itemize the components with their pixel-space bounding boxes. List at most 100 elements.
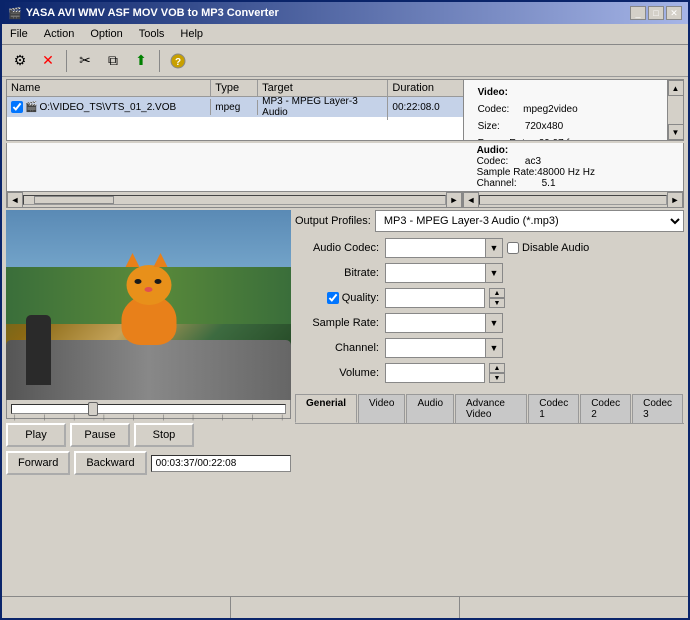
status-right	[460, 597, 688, 618]
play-button[interactable]: Play	[6, 423, 66, 447]
menu-file[interactable]: File	[6, 26, 32, 42]
col-header-duration: Duration	[388, 80, 463, 96]
hscroll2-left-btn[interactable]: ◄	[463, 192, 479, 208]
cat-eye-right	[154, 279, 161, 284]
volume-spin-up[interactable]: ▲	[489, 363, 505, 373]
info-framerate-value: 29.97 fps	[539, 138, 580, 140]
info-channel-label: Channel:	[477, 178, 517, 189]
minimize-button[interactable]: _	[630, 6, 646, 20]
channel-input[interactable]: 2 (Stereo)	[385, 338, 485, 358]
stop-button[interactable]: Stop	[134, 423, 194, 447]
delete-button[interactable]: ✕	[36, 49, 60, 73]
tab-generial[interactable]: Generial	[295, 394, 357, 423]
bitrate-dropdown-btn[interactable]: ▼	[485, 263, 503, 283]
hscroll-track-right[interactable]	[479, 195, 667, 205]
controls-row-1: Play Pause Stop	[6, 423, 291, 447]
info-video-label: Video:	[478, 87, 508, 98]
menu-bar: File Action Option Tools Help	[2, 24, 688, 45]
copy-button[interactable]: ⧉	[101, 49, 125, 73]
tab-codec1[interactable]: Codec 1	[528, 394, 579, 423]
channel-control: 2 (Stereo) ▼	[385, 338, 503, 358]
tab-audio[interactable]: Audio	[406, 394, 454, 423]
add-button[interactable]: ⬆	[129, 49, 153, 73]
toolbar: ⚙ ✕ ✂ ⧉ ⬆ ?	[2, 45, 688, 77]
tab-codec2[interactable]: Codec 2	[580, 394, 631, 423]
cat-body	[121, 295, 176, 345]
vscroll-down[interactable]: ▼	[668, 124, 684, 140]
samplerate-dropdown-btn[interactable]: ▼	[485, 313, 503, 333]
status-middle	[231, 597, 460, 618]
forward-button[interactable]: Forward	[6, 451, 70, 475]
audio-codec-dropdown-btn[interactable]: ▼	[485, 238, 503, 258]
backward-button[interactable]: Backward	[74, 451, 146, 475]
file-duration-cell: 00:22:08.0	[388, 100, 463, 115]
channel-label: Channel:	[295, 342, 385, 354]
disable-audio-item: Disable Audio	[507, 242, 589, 254]
cut-button[interactable]: ✂	[73, 49, 97, 73]
file-list-header: Name Type Target Duration	[7, 80, 463, 97]
vscroll-up[interactable]: ▲	[668, 80, 684, 96]
hscroll-left-btn[interactable]: ◄	[7, 192, 23, 208]
table-row[interactable]: 🎬 O:\VIDEO_TS\VTS_01_2.VOB mpeg MP3 - MP…	[7, 97, 463, 117]
quality-label-inner: Quality:	[295, 292, 379, 304]
video-preview	[6, 210, 291, 400]
vscroll-track	[668, 96, 683, 124]
audio-codec-control: mp3 ▼ Disable Audio	[385, 238, 589, 258]
video-panel: |||||||||| Play Pause Stop Forward Backw…	[6, 210, 291, 475]
help-button[interactable]: ?	[166, 49, 190, 73]
menu-option[interactable]: Option	[86, 26, 126, 42]
channel-dropdown-btn[interactable]: ▼	[485, 338, 503, 358]
samplerate-input[interactable]: 44100	[385, 313, 485, 333]
info-audio: Audio: Codec: ac3 Sample Rate:48000 Hz H…	[463, 143, 667, 191]
tab-video[interactable]: Video	[358, 394, 405, 423]
info-vscrollbar-right	[667, 143, 683, 191]
output-profiles-select[interactable]: MP3 - MPEG Layer-3 Audio (*.mp3)	[375, 210, 684, 232]
quality-checkbox[interactable]	[327, 292, 339, 304]
volume-spin-down[interactable]: ▼	[489, 373, 505, 383]
cat-figure	[121, 295, 176, 345]
settings-button[interactable]: ⚙	[8, 49, 32, 73]
hscroll-left: ◄ ►	[7, 192, 463, 207]
info-panel: Video: Codec: mpeg2video Size: 720x480 F…	[463, 80, 683, 140]
hscroll-track-left[interactable]	[23, 195, 446, 205]
volume-spinner: ▲ ▼	[489, 363, 505, 383]
file-name-text: O:\VIDEO_TS\VTS_01_2.VOB	[39, 102, 176, 113]
file-type-cell: mpeg	[211, 100, 258, 115]
info-channel-value: 5.1	[542, 178, 556, 189]
file-checkbox[interactable]	[11, 101, 23, 113]
audio-codec-row: Audio Codec: mp3 ▼ Disable Audio	[295, 238, 684, 258]
hscroll2-right-btn[interactable]: ►	[667, 192, 683, 208]
bitrate-label: Bitrate:	[295, 267, 385, 279]
person-silhouette	[26, 315, 51, 385]
info-audio-label: Audio:	[477, 145, 509, 156]
app-title: YASA AVI WMV ASF MOV VOB to MP3 Converte…	[26, 7, 279, 19]
tab-advance-video[interactable]: Advance Video	[455, 394, 527, 423]
seek-thumb[interactable]	[88, 402, 98, 416]
disable-audio-checkbox[interactable]	[507, 242, 519, 254]
info-framerate-label: Frame Rate:	[478, 138, 534, 140]
seek-bar[interactable]: ||||||||||	[11, 404, 286, 414]
bitrate-input[interactable]: 128	[385, 263, 485, 283]
pause-button[interactable]: Pause	[70, 423, 130, 447]
volume-input[interactable]: 256	[385, 363, 485, 383]
col-header-name: Name	[7, 80, 211, 96]
quality-spin-down[interactable]: ▼	[489, 298, 505, 308]
info-codec-label: Codec:	[478, 104, 510, 115]
cat-ear-left	[125, 253, 139, 267]
menu-help[interactable]: Help	[176, 26, 207, 42]
quality-spin-up[interactable]: ▲	[489, 288, 505, 298]
maximize-button[interactable]: □	[648, 6, 664, 20]
tab-codec3[interactable]: Codec 3	[632, 394, 683, 423]
close-button[interactable]: ✕	[666, 6, 682, 20]
quality-input[interactable]: 0.00	[385, 288, 485, 308]
info-size-value: 720x480	[525, 121, 563, 132]
info-extended: Audio: Codec: ac3 Sample Rate:48000 Hz H…	[6, 143, 684, 192]
menu-action[interactable]: Action	[40, 26, 79, 42]
toolbar-separator-2	[159, 50, 160, 72]
menu-tools[interactable]: Tools	[135, 26, 169, 42]
info-vscrollbar: ▲ ▼	[667, 80, 683, 140]
hscroll-right-btn[interactable]: ►	[446, 192, 462, 208]
file-target-cell: MP3 - MPEG Layer-3 Audio	[258, 94, 388, 120]
output-profiles-row: Output Profiles: MP3 - MPEG Layer-3 Audi…	[295, 210, 684, 232]
audio-codec-input[interactable]: mp3	[385, 238, 485, 258]
